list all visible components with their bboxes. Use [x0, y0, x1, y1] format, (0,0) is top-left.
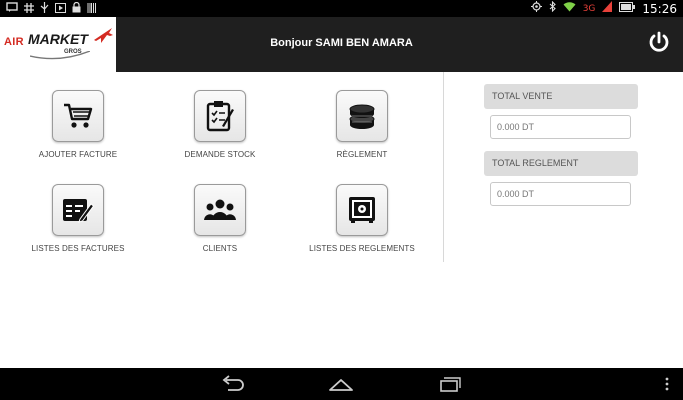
total-vente-field[interactable]: 0.000 DT — [490, 115, 631, 139]
tile-listes-reglements[interactable]: LISTES DES REGLEMENTS — [297, 184, 427, 264]
back-icon[interactable] — [220, 374, 246, 394]
wifi-icon — [563, 1, 576, 17]
clipboard-icon — [206, 101, 234, 132]
clock: 15:26 — [642, 2, 677, 16]
bluetooth-icon — [549, 0, 556, 17]
navigation-bar — [0, 368, 683, 400]
lock-icon — [72, 1, 81, 17]
listes-factures-button[interactable] — [52, 184, 104, 236]
dashboard: AJOUTER FACTURE DEMANDE STOCK RÈGLEMENT … — [0, 72, 683, 368]
tile-label: AJOUTER FACTURE — [38, 150, 118, 159]
power-icon[interactable] — [647, 30, 671, 54]
hash-icon — [24, 2, 34, 17]
recent-apps-icon[interactable] — [437, 374, 463, 394]
clients-icon — [204, 199, 236, 220]
safe-icon — [349, 197, 375, 223]
tile-label: RÈGLEMENT — [336, 150, 388, 159]
tile-demande-stock[interactable]: DEMANDE STOCK — [155, 90, 285, 170]
tile-label: LISTES DES FACTURES — [31, 244, 125, 253]
tile-reglement[interactable]: RÈGLEMENT — [297, 90, 427, 170]
tile-clients[interactable]: CLIENTS — [155, 184, 285, 264]
signal-icon — [602, 1, 613, 17]
barcode-icon — [87, 2, 97, 17]
demande-stock-button[interactable] — [194, 90, 246, 142]
tile-listes-factures[interactable]: LISTES DES FACTURES — [13, 184, 143, 264]
coins-icon — [349, 104, 375, 129]
invoice-list-icon — [63, 199, 94, 223]
location-icon — [530, 1, 542, 17]
play-icon — [55, 2, 66, 17]
network-type: 3G — [582, 4, 596, 14]
usb-icon — [40, 2, 49, 17]
total-reglement-label: TOTAL REGLEMENT — [484, 151, 638, 176]
total-reglement-field[interactable]: 0.000 DT — [490, 182, 631, 206]
cart-icon — [64, 103, 93, 128]
clients-button[interactable] — [194, 184, 246, 236]
vertical-divider — [443, 72, 444, 262]
tile-label: DEMANDE STOCK — [184, 150, 256, 159]
ajouter-facture-button[interactable] — [52, 90, 104, 142]
tile-label: LISTES DES REGLEMENTS — [309, 244, 415, 253]
notification-icon — [6, 2, 18, 17]
tile-label: CLIENTS — [202, 244, 238, 253]
total-vente-label: TOTAL VENTE — [484, 84, 638, 109]
reglement-button[interactable] — [336, 90, 388, 142]
overflow-menu-icon[interactable] — [665, 377, 669, 391]
greeting-title: Bonjour SAMI BEN AMARA — [270, 37, 413, 49]
tile-ajouter-facture[interactable]: AJOUTER FACTURE — [13, 90, 143, 170]
home-icon[interactable] — [328, 374, 354, 394]
app-header: AIR MARKET GROS Bonjour SAMI BEN AMARA — [0, 17, 683, 72]
battery-icon — [619, 1, 636, 17]
listes-reglements-button[interactable] — [336, 184, 388, 236]
status-bar: 3G 15:26 — [0, 0, 683, 17]
